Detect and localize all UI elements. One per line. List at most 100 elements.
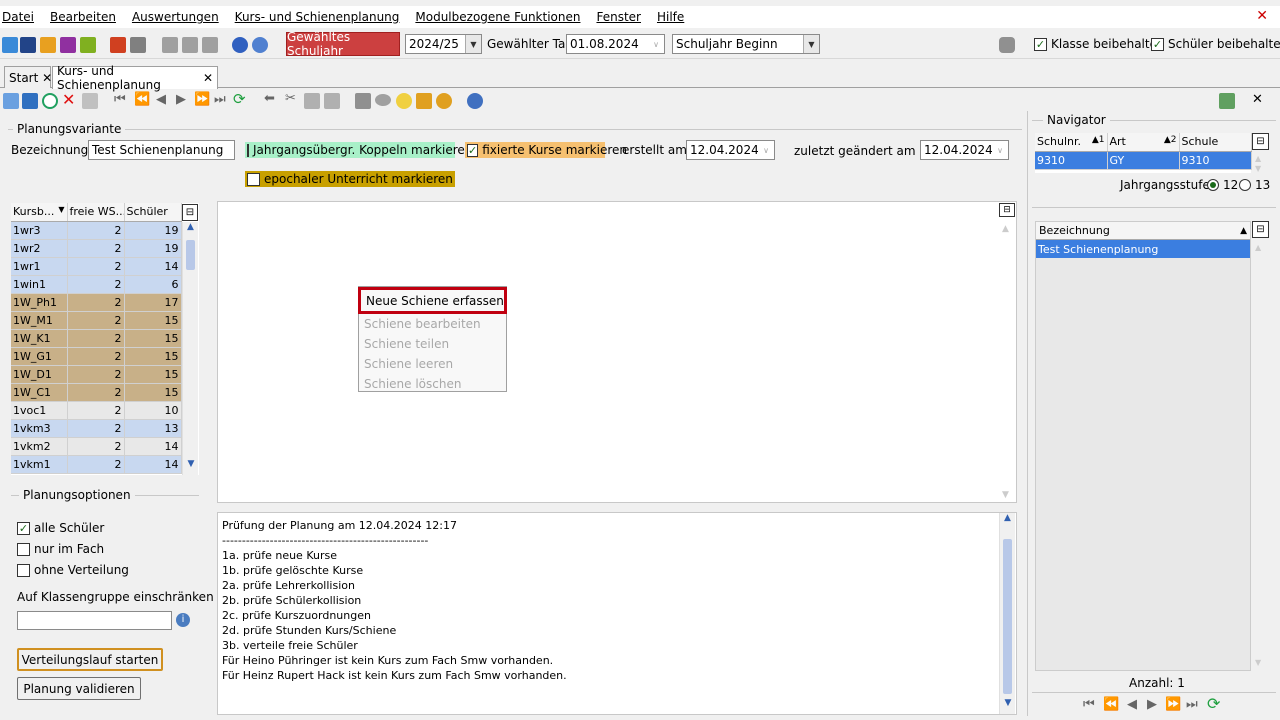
window-icon[interactable] [182, 37, 198, 53]
info-icon[interactable]: i [176, 613, 190, 627]
scroll-up-icon[interactable]: ▲ [1002, 224, 1009, 234]
col-freie-ws[interactable]: freie WS... [67, 203, 125, 222]
period-select[interactable]: Schuljahr Beginn ▼ [672, 34, 820, 54]
schueler-checkbox[interactable]: ✓ Schüler beibehalten [1151, 37, 1280, 51]
arrow-left-icon[interactable]: ⬅ [264, 91, 275, 106]
alle-checkbox[interactable]: ✓ alle Schüler [17, 521, 104, 535]
table-row[interactable]: 1W_D1 2 15 [11, 365, 182, 384]
table-row[interactable]: 1W_K1 2 15 [11, 329, 182, 348]
menu-auswertungen[interactable]: Auswertungen [132, 10, 219, 24]
forward-icon[interactable]: ⏩ [1165, 697, 1181, 712]
klasse-checkbox[interactable]: ✓ Klasse beibehalten [1034, 37, 1165, 51]
tag-date-input[interactable]: 01.08.2024 ∨ [566, 34, 665, 54]
preview-icon[interactable] [375, 94, 391, 106]
table-row[interactable]: 1wr2 2 19 [11, 239, 182, 258]
book-icon[interactable] [60, 37, 76, 53]
cut-icon[interactable]: ✂ [285, 91, 296, 106]
bezeichnung-input[interactable]: Test Schienenplanung [88, 140, 235, 160]
refresh-icon[interactable]: ⟳ [233, 90, 246, 108]
table-row[interactable]: 1win1 2 6 [11, 275, 182, 294]
schienen-area[interactable] [217, 201, 1017, 503]
menu-schiene-bearbeiten[interactable]: Schiene bearbeiten [359, 314, 506, 334]
menu-schiene-teilen[interactable]: Schiene teilen [359, 334, 506, 354]
next-icon[interactable]: ▶ [1147, 697, 1157, 712]
ohne-checkbox[interactable]: ohne Verteilung [17, 563, 129, 577]
log-scrollbar[interactable]: ▲ ▼ [999, 513, 1015, 714]
menu-schiene-leeren[interactable]: Schiene leeren [359, 354, 506, 374]
delete-icon[interactable]: ✕ [62, 90, 75, 109]
copy-icon[interactable] [304, 93, 320, 109]
column-chooser-icon[interactable]: ⊟ [182, 204, 198, 221]
scroll-up-icon[interactable]: ▲ [183, 222, 198, 238]
scroll-down-icon[interactable]: ▼ [1255, 658, 1261, 667]
close-icon[interactable]: ✕ [1252, 92, 1263, 107]
column-chooser-icon[interactable]: ⊟ [999, 203, 1015, 217]
col-schule[interactable]: Schule [1179, 133, 1252, 152]
rewind-icon[interactable]: ⏪ [1103, 697, 1119, 712]
col-schulnr[interactable]: Schulnr. ▲1 [1035, 133, 1108, 152]
col-kursbez[interactable]: Kursb... ▼ [11, 203, 68, 222]
tab-kursplanung[interactable]: Kurs- und Schienenplanung ✕ [52, 64, 218, 92]
menu-schiene-loeschen[interactable]: Schiene löschen [359, 374, 506, 394]
column-chooser-icon[interactable]: ⊟ [1252, 133, 1269, 150]
sync-icon[interactable] [1219, 93, 1235, 109]
radio-13[interactable]: 13 [1239, 178, 1270, 192]
scroll-down-icon[interactable]: ▼ [1002, 490, 1009, 500]
clock-icon[interactable] [436, 93, 452, 109]
people-icon[interactable] [40, 37, 56, 53]
jahrgang-checkbox[interactable]: Jahrgangsübergr. Koppeln markieren [245, 142, 472, 158]
course-scrollbar[interactable]: ▲ ▼ [182, 222, 198, 475]
refresh-icon[interactable]: ⟳ [1207, 694, 1220, 713]
column-chooser-icon[interactable]: ⊟ [1252, 221, 1269, 238]
validieren-button[interactable]: Planung validieren [17, 677, 141, 700]
table-row[interactable]: 1W_C1 2 15 [11, 383, 182, 402]
classes-icon[interactable] [2, 37, 18, 53]
col-art[interactable]: Art ▲2 [1107, 133, 1180, 152]
menu-datei[interactable]: Datei [2, 10, 34, 24]
col-schueler[interactable]: Schüler [124, 203, 182, 222]
menu-fenster[interactable]: Fenster [596, 10, 641, 24]
scroll-thumb[interactable] [186, 240, 195, 270]
table-row[interactable]: 1vkm3 2 13 [11, 419, 182, 438]
menu-kursplanung[interactable]: Kurs- und Schienenplanung [235, 10, 400, 24]
last-icon[interactable]: ⏭ [214, 92, 226, 107]
paste-icon[interactable] [324, 93, 340, 109]
schuljahr-button[interactable]: Gewähltes Schuljahr [286, 30, 400, 58]
report-icon[interactable] [110, 37, 126, 53]
scroll-down-icon[interactable]: ▼ [1000, 698, 1016, 714]
close-window-icon[interactable]: ✕ [1256, 8, 1268, 24]
scroll-down-icon[interactable]: ▼ [183, 459, 199, 475]
next-icon[interactable]: ▶ [176, 92, 186, 107]
info-icon[interactable] [232, 37, 248, 53]
scroll-up-icon[interactable]: ▲ [1255, 154, 1261, 163]
last-icon[interactable]: ⏭ [1186, 697, 1198, 712]
undo-icon[interactable] [42, 93, 58, 109]
epochal-checkbox[interactable]: epochaler Unterricht markieren [245, 171, 455, 187]
schuljahr-select[interactable]: 2024/25 ▼ [405, 34, 482, 54]
list-icon[interactable] [82, 93, 98, 109]
menu-bearbeiten[interactable]: Bearbeiten [50, 10, 116, 24]
klassengruppe-input[interactable] [17, 611, 172, 630]
rewind-icon[interactable]: ⏪ [134, 92, 150, 107]
table-row[interactable]: 9310 GY 9310 [1035, 151, 1252, 170]
scroll-up-icon[interactable]: ▲ [1000, 513, 1015, 529]
close-icon[interactable]: ✕ [42, 71, 52, 85]
forward-icon[interactable]: ⏩ [194, 92, 210, 107]
fixiert-checkbox[interactable]: ✓ fixierte Kurse markieren [465, 142, 627, 158]
tab-start[interactable]: Start ✕ [4, 66, 52, 88]
table-row[interactable]: 1wr3 2 19 [11, 221, 182, 240]
scroll-thumb[interactable] [1003, 539, 1012, 694]
print-icon[interactable] [355, 93, 371, 109]
close-icon[interactable]: ✕ [203, 71, 213, 85]
menu-modulbezogen[interactable]: Modulbezogene Funktionen [415, 10, 580, 24]
prev-icon[interactable]: ◀ [1127, 697, 1137, 712]
table-row[interactable]: 1W_Ph1 2 17 [11, 293, 182, 312]
table-row[interactable]: 1vkm1 2 14 [11, 455, 182, 474]
notes-icon[interactable] [80, 37, 96, 53]
new-icon[interactable] [3, 93, 19, 109]
table-row[interactable]: 1voc1 2 10 [11, 401, 182, 420]
nur-checkbox[interactable]: nur im Fach [17, 542, 104, 556]
lightning-icon[interactable] [202, 37, 218, 53]
geaendert-date[interactable]: 12.04.2024 ∨ [920, 140, 1009, 160]
table-row[interactable]: 1W_G1 2 15 [11, 347, 182, 366]
